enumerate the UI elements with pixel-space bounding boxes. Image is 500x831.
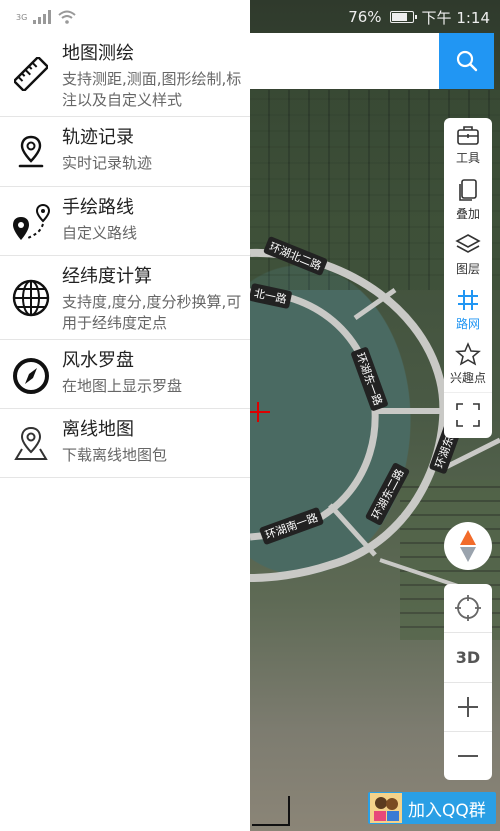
- minus-icon: [458, 754, 478, 757]
- roads-label: 路网: [455, 316, 480, 331]
- qq-group-label: 加入QQ群: [408, 800, 486, 821]
- poi-button[interactable]: 兴趣点: [444, 337, 492, 392]
- menu-title: 经纬度计算: [62, 266, 152, 287]
- scale-bar: [252, 796, 290, 826]
- menu-desc: 支持度,度分,度分秒换算,可用于经纬度定点: [62, 293, 242, 332]
- join-qq-group-button[interactable]: 加入QQ群: [368, 792, 496, 824]
- 3d-label: 3D: [455, 647, 481, 667]
- toolbox-icon: [457, 126, 479, 146]
- map-pin-icon: [18, 135, 44, 168]
- zoom-in-button[interactable]: [444, 683, 492, 732]
- overlay-icon: [459, 179, 477, 201]
- fullscreen-button[interactable]: [444, 391, 492, 438]
- road-grid-icon: [458, 289, 478, 310]
- menu-item-track-record[interactable]: 轨迹记录 实时记录轨迹: [0, 117, 250, 187]
- clock: 下午 1:14: [421, 8, 490, 27]
- route-icon: [13, 203, 51, 240]
- menu-desc: 下载离线地图包: [62, 446, 168, 464]
- layers-icon: [455, 233, 481, 253]
- offline-map-icon: [14, 426, 48, 460]
- menu-title: 手绘路线: [62, 197, 134, 218]
- menu-item-fengshui-compass[interactable]: 风水罗盘 在地图上显示罗盘: [0, 340, 250, 409]
- tools-button[interactable]: 工具: [444, 118, 492, 173]
- ruler-icon: [14, 57, 48, 91]
- globe-icon: [12, 279, 50, 317]
- search-icon: [456, 50, 477, 72]
- locate-icon: [455, 595, 481, 622]
- menu-title: 风水罗盘: [62, 350, 134, 371]
- zoom-out-button[interactable]: [444, 732, 492, 780]
- layers-label: 图层: [455, 261, 480, 276]
- battery-fill: [391, 13, 407, 21]
- tools-label: 工具: [455, 151, 480, 166]
- menu-desc: 在地图上显示罗盘: [62, 377, 183, 395]
- signal-icon: [33, 10, 52, 24]
- menu-title: 离线地图: [62, 419, 134, 440]
- menu-title: 轨迹记录: [62, 127, 134, 148]
- menu-title: 地图测绘: [62, 43, 134, 64]
- 3d-toggle-button[interactable]: 3D: [444, 633, 492, 683]
- compass-icon: [13, 358, 49, 394]
- north-arrow-icon: [460, 530, 476, 562]
- zoom-panel: 3D: [444, 584, 492, 780]
- side-drawer: 地图测绘 支持测距,测面,图形绘制,标注以及自定义样式 轨迹记录 实时记录轨迹: [0, 0, 250, 831]
- overlay-button[interactable]: 叠加: [444, 173, 492, 228]
- network-type: 3G: [16, 12, 28, 22]
- star-icon: [455, 342, 481, 366]
- menu-desc: 实时记录轨迹: [62, 154, 153, 172]
- plus-icon: [458, 696, 478, 717]
- fullscreen-icon: [456, 403, 480, 428]
- battery-icon: [389, 11, 417, 23]
- search-input[interactable]: [250, 33, 439, 89]
- status-bar: 3G 76% 下午 1:14: [0, 0, 500, 34]
- battery-percent: 76%: [348, 8, 382, 26]
- layers-button[interactable]: 图层: [444, 228, 492, 283]
- map-toolbar: 工具 叠加 图层 路网 兴趣点: [444, 118, 492, 438]
- poi-label: 兴趣点: [449, 371, 486, 386]
- menu-item-offline-map[interactable]: 离线地图 下载离线地图包: [0, 409, 250, 478]
- search-bar: [250, 33, 494, 89]
- menu-item-map-survey[interactable]: 地图测绘 支持测距,测面,图形绘制,标注以及自定义样式: [0, 34, 250, 117]
- qq-group-icon: [370, 793, 402, 823]
- menu-item-draw-route[interactable]: 手绘路线 自定义路线: [0, 187, 250, 256]
- menu-item-latlng-calc[interactable]: 经纬度计算 支持度,度分,度分秒换算,可用于经纬度定点: [0, 256, 250, 340]
- wifi-icon: [58, 10, 76, 24]
- north-compass-button[interactable]: [444, 522, 492, 570]
- search-button[interactable]: [439, 33, 494, 89]
- locate-button[interactable]: [444, 584, 492, 634]
- overlay-label: 叠加: [455, 207, 480, 222]
- menu-desc: 支持测距,测面,图形绘制,标注以及自定义样式: [62, 70, 242, 109]
- menu-desc: 自定义路线: [62, 224, 138, 242]
- roads-button[interactable]: 路网: [444, 282, 492, 337]
